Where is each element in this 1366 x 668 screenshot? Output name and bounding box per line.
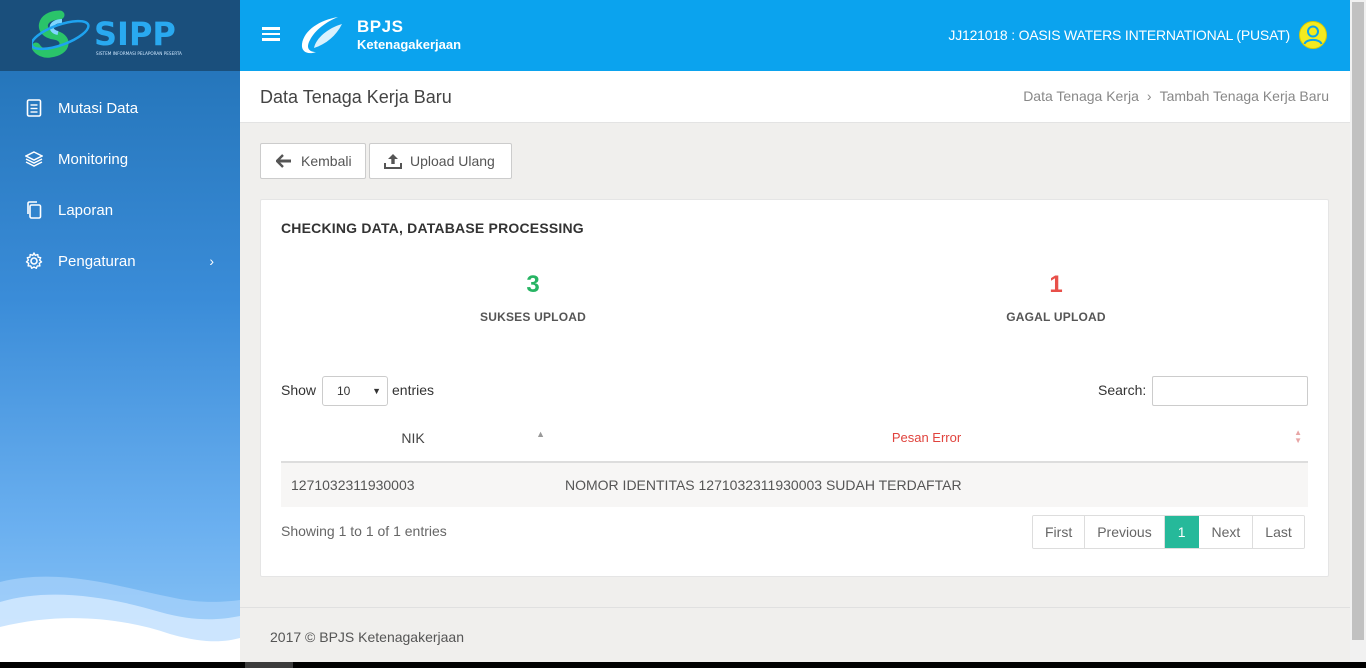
sidebar-item-mutasi-data[interactable]: Mutasi Data xyxy=(0,83,240,133)
sidebar-item-label: Laporan xyxy=(58,201,114,219)
caret-down-icon: ▼ xyxy=(372,386,381,396)
success-label: SUKSES UPLOAD xyxy=(480,310,586,324)
breadcrumb-separator: › xyxy=(1146,88,1152,104)
breadcrumb: Data Tenaga Kerja › Tambah Tenaga Kerja … xyxy=(1023,88,1329,104)
sidebar-item-label: Monitoring xyxy=(58,150,129,168)
upload-again-label: Upload Ulang xyxy=(410,153,495,169)
table-info: Showing 1 to 1 of 1 entries xyxy=(281,523,447,539)
page-header: Data Tenaga Kerja Baru Data Tenaga Kerja… xyxy=(240,71,1350,123)
breadcrumb-current: Tambah Tenaga Kerja Baru xyxy=(1159,88,1329,104)
page-1-button[interactable]: 1 xyxy=(1164,516,1200,548)
cell-nik: 1271032311930003 xyxy=(291,477,415,493)
footer-text: 2017 © BPJS Ketenagakerjaan xyxy=(270,629,465,645)
page-previous-button[interactable]: Previous xyxy=(1085,516,1165,548)
footer: 2017 © BPJS Ketenagakerjaan xyxy=(240,607,1350,662)
page-title: Data Tenaga Kerja Baru xyxy=(260,87,452,107)
breadcrumb-data-tenaga-kerja[interactable]: Data Tenaga Kerja xyxy=(1023,88,1139,104)
arrow-left-icon xyxy=(275,152,293,170)
back-button-label: Kembali xyxy=(301,153,352,169)
sipp-logo[interactable]: SIPP SISTEM INFORMASI PELAPORAN PESERTA xyxy=(32,7,212,65)
org-subtitle: Ketenagakerjaan xyxy=(357,37,462,52)
upload-again-button[interactable]: Upload Ulang xyxy=(369,143,512,179)
entries-label: entries xyxy=(392,382,435,398)
search-label: Search: xyxy=(1098,382,1147,398)
sort-both-icon: ▲ ▼ xyxy=(1294,428,1302,445)
decorative-waves xyxy=(0,576,240,662)
sidebar-item-monitoring[interactable]: Monitoring xyxy=(0,134,240,184)
page-first-button[interactable]: First xyxy=(1033,516,1086,548)
sidebar-item-laporan[interactable]: Laporan xyxy=(0,185,240,235)
page-next-button[interactable]: Next xyxy=(1199,516,1254,548)
entries-select-value: 10 xyxy=(337,384,351,398)
gear-icon xyxy=(22,249,46,273)
layers-icon xyxy=(22,147,46,171)
copy-icon xyxy=(22,198,46,222)
fail-label: GAGAL UPLOAD xyxy=(1006,310,1106,324)
sort-asc-icon: ▲ xyxy=(536,429,545,439)
user-avatar-icon[interactable] xyxy=(1298,20,1328,50)
sidebar-item-pengaturan[interactable]: Pengaturan › xyxy=(0,236,240,286)
logo-text: SIPP xyxy=(94,15,176,53)
search-input[interactable] xyxy=(1152,376,1308,406)
chevron-right-icon: › xyxy=(209,253,214,269)
menu-toggle-icon[interactable] xyxy=(262,24,280,46)
document-icon xyxy=(22,96,46,120)
entries-select[interactable]: 10 ▼ xyxy=(322,376,388,406)
back-button[interactable]: Kembali xyxy=(260,143,366,179)
page-last-button[interactable]: Last xyxy=(1253,516,1304,548)
scrollbar-thumb[interactable] xyxy=(1352,2,1364,640)
column-header-pesan-error[interactable]: Pesan Error ▲ ▼ xyxy=(545,416,1308,462)
sidebar: SIPP SISTEM INFORMASI PELAPORAN PESERTA … xyxy=(0,0,240,662)
sidebar-item-label: Pengaturan xyxy=(58,252,136,270)
pagination: First Previous 1 Next Last xyxy=(1032,515,1305,549)
result-card: CHECKING DATA, DATABASE PROCESSING 3 SUK… xyxy=(260,199,1329,577)
org-name: BPJS xyxy=(357,17,404,36)
logo-tagline: SISTEM INFORMASI PELAPORAN PESERTA xyxy=(96,51,182,56)
company-label: JJ121018 : OASIS WATERS INTERNATIONAL (P… xyxy=(948,27,1290,43)
column-header-pesan-error-label: Pesan Error xyxy=(891,430,962,445)
cell-pesan-error: NOMOR IDENTITAS 1271032311930003 SUDAH T… xyxy=(565,477,962,493)
fail-count: 1 xyxy=(1049,271,1063,298)
taskbar-fragment xyxy=(245,662,293,668)
bpjs-logo xyxy=(301,17,342,54)
brand-header: SIPP SISTEM INFORMASI PELAPORAN PESERTA xyxy=(0,0,240,71)
app-window: SIPP SISTEM INFORMASI PELAPORAN PESERTA … xyxy=(0,0,1350,662)
topbar: BPJS Ketenagakerjaan JJ121018 : OASIS WA… xyxy=(240,0,1350,71)
upload-icon xyxy=(384,152,402,170)
table-row[interactable]: 1271032311930003 NOMOR IDENTITAS 1271032… xyxy=(281,463,1308,507)
card-title: CHECKING DATA, DATABASE PROCESSING xyxy=(281,220,584,236)
column-header-nik-label: NIK xyxy=(401,430,425,446)
success-count: 3 xyxy=(526,271,540,298)
column-header-nik[interactable]: NIK ▲ xyxy=(281,416,545,462)
sidebar-item-label: Mutasi Data xyxy=(58,99,139,117)
show-label: Show xyxy=(281,382,317,398)
